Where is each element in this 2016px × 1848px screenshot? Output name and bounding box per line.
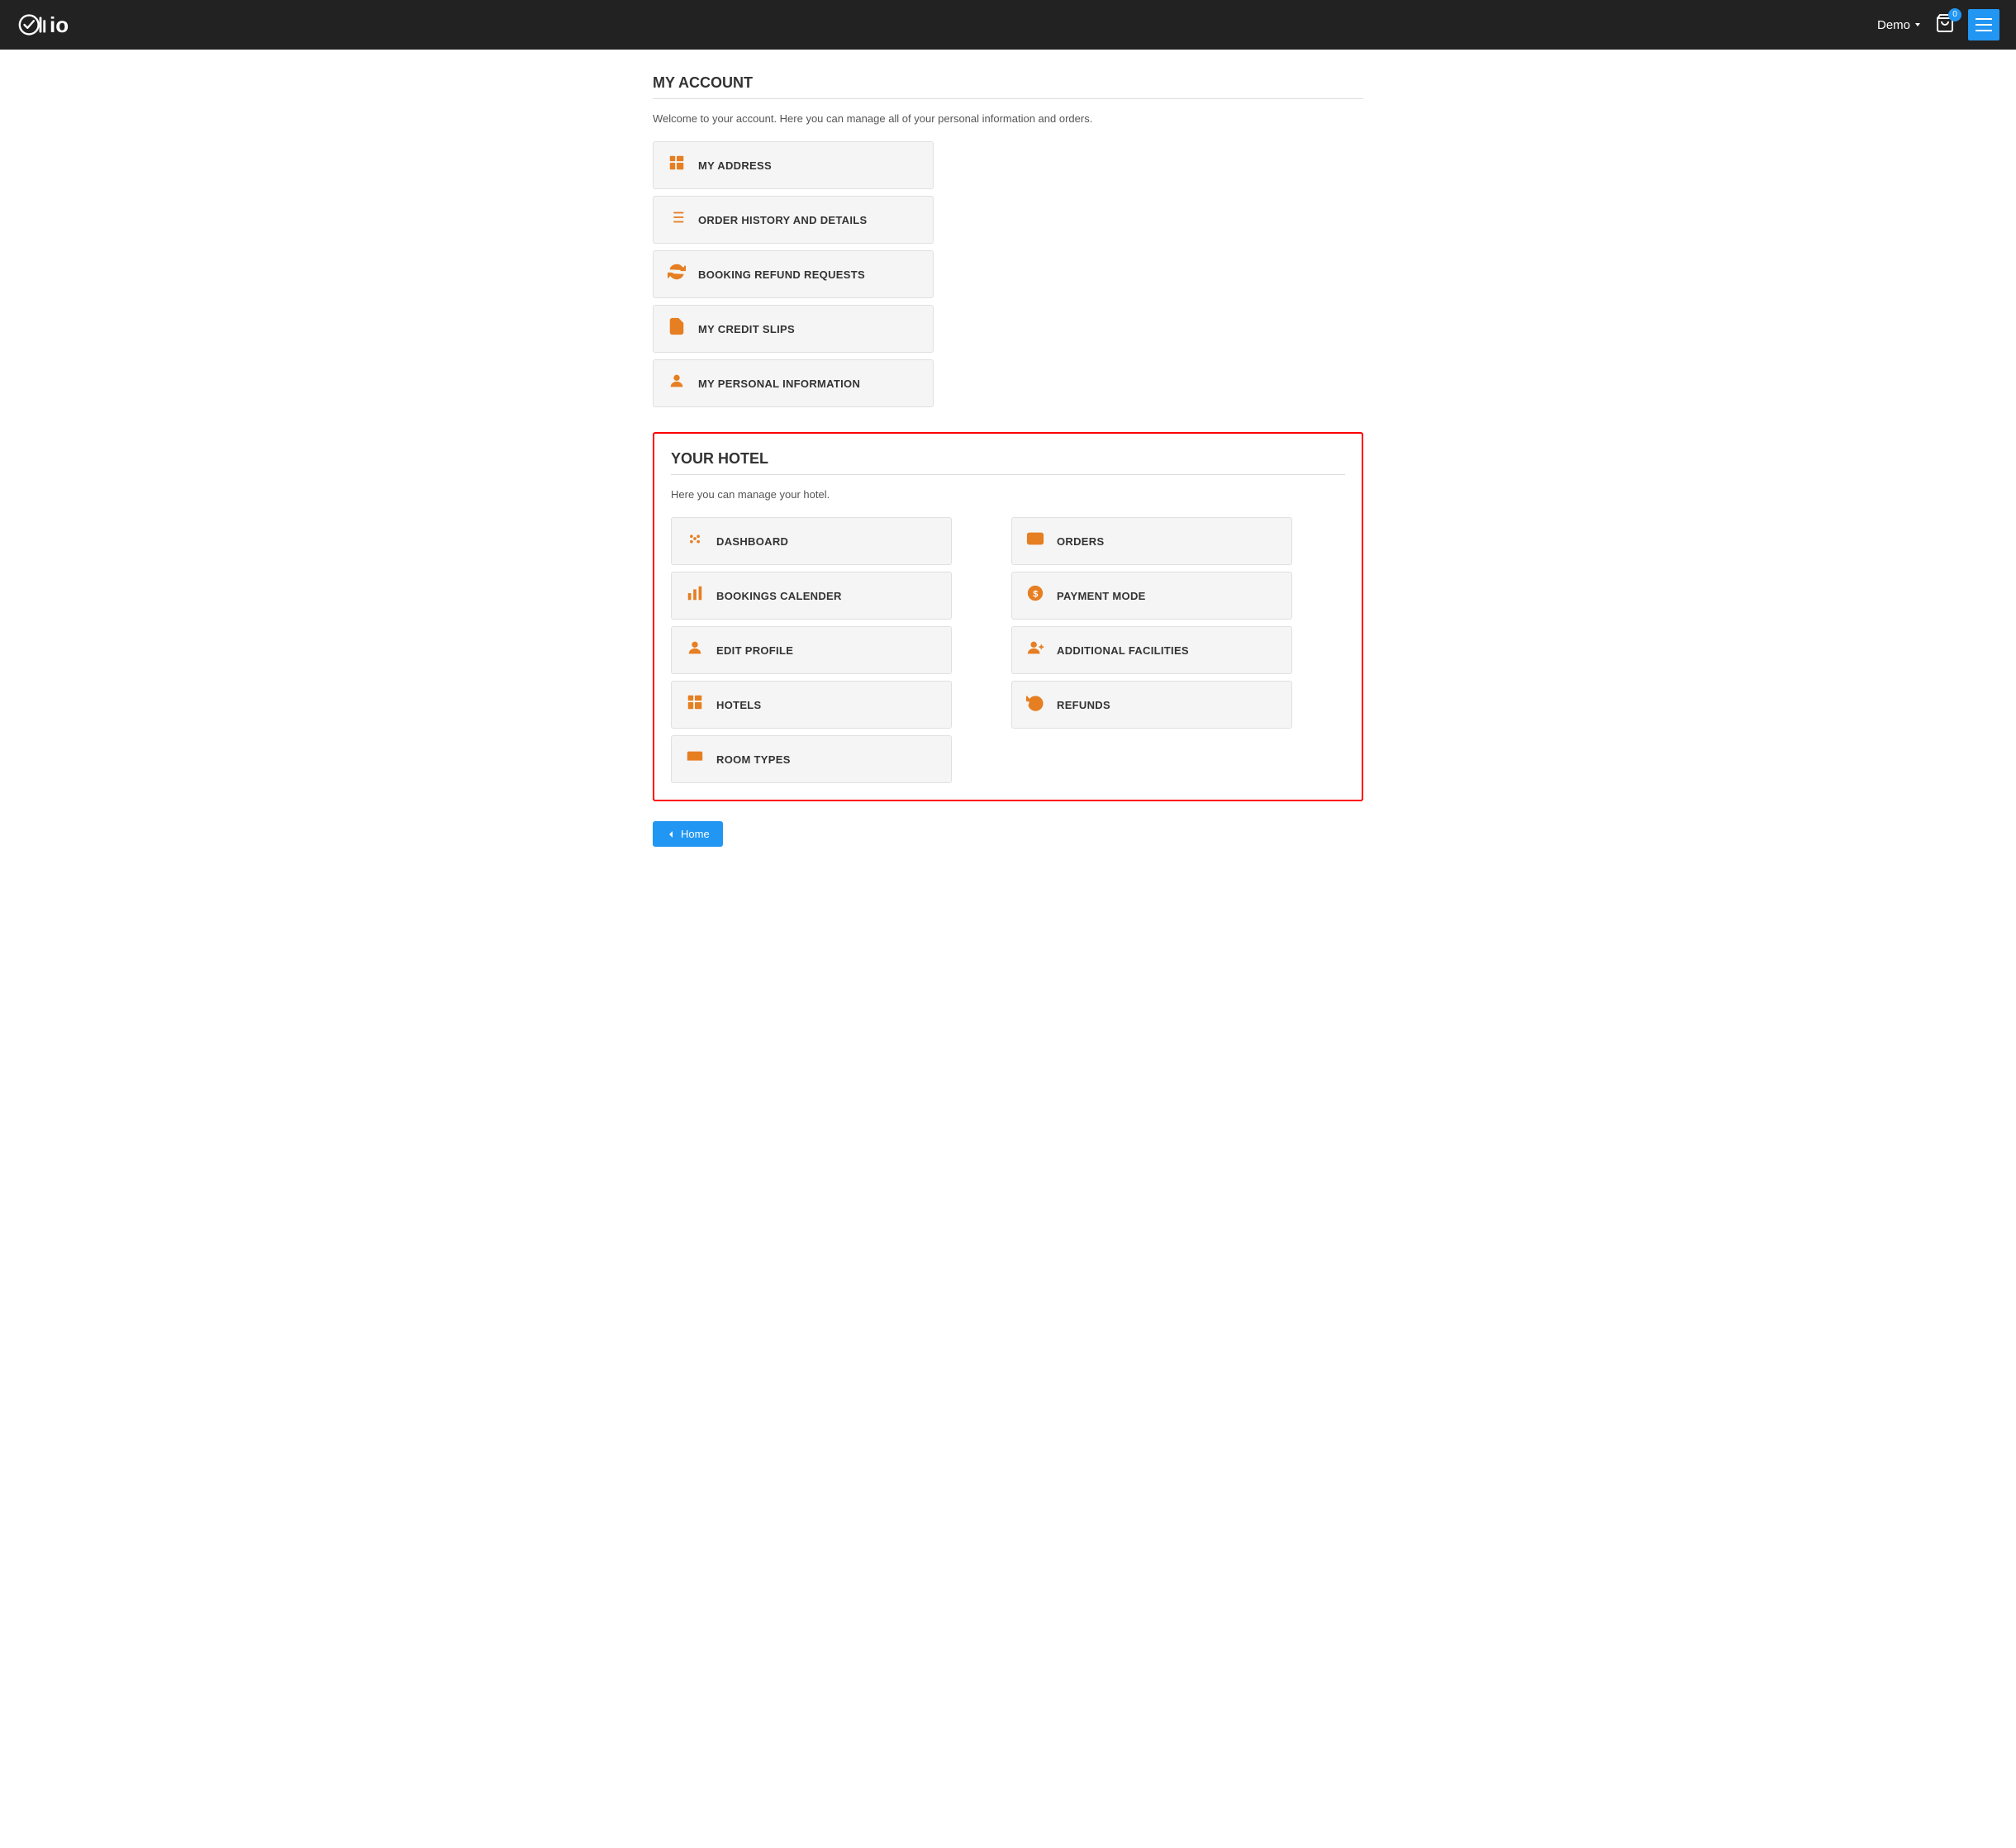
home-button[interactable]: Home [653, 821, 723, 847]
menu-item-order-history[interactable]: ORDER HISTORY AND DETAILS [653, 196, 934, 244]
menu-item-my-address-label: MY ADDRESS [698, 159, 772, 172]
my-account-section: MY ACCOUNT Welcome to your account. Here… [653, 74, 1363, 407]
undo-icon [1025, 693, 1045, 716]
cart-button[interactable]: 0 [1935, 13, 1955, 37]
menu-item-orders[interactable]: ORDERS [1011, 517, 1292, 565]
menu-item-payment-mode[interactable]: $ PAYMENT MODE [1011, 572, 1292, 620]
menu-item-credit-slips-label: MY CREDIT SLIPS [698, 323, 795, 335]
account-menu-list: MY ADDRESS ORDER HISTORY AND DETAILS BOO… [653, 141, 1363, 407]
menu-item-bookings-calender-label: BOOKINGS CALENDER [716, 590, 842, 602]
menu-item-room-types[interactable]: ROOM TYPES [671, 735, 952, 783]
hotel-right-col: ORDERS $ PAYMENT MODE ADDITIONAL FACILIT… [1011, 517, 1345, 783]
card-icon [1025, 530, 1045, 553]
my-account-title: MY ACCOUNT [653, 74, 1363, 92]
hamburger-menu-button[interactable] [1968, 9, 1999, 40]
menu-item-hotels[interactable]: HOTELS [671, 681, 952, 729]
header-right: Demo 0 [1877, 9, 1999, 40]
user-edit-icon [685, 639, 705, 662]
demo-menu[interactable]: Demo [1877, 18, 1922, 32]
menu-bar-3 [1976, 30, 1992, 31]
menu-item-order-history-label: ORDER HISTORY AND DETAILS [698, 214, 867, 226]
menu-item-additional-facilities[interactable]: ADDITIONAL FACILITIES [1011, 626, 1292, 674]
menu-bar-2 [1976, 24, 1992, 26]
dollar-icon: $ [1025, 584, 1045, 607]
chevron-left-icon [666, 829, 676, 839]
building-icon [667, 154, 687, 177]
svg-text:$: $ [1033, 590, 1038, 600]
file-icon [667, 317, 687, 340]
menu-bar-1 [1976, 18, 1992, 20]
logo-icon [17, 9, 48, 40]
account-subtitle: Welcome to your account. Here you can ma… [653, 112, 1363, 125]
menu-item-hotels-label: HOTELS [716, 699, 762, 711]
menu-item-edit-profile[interactable]: EDIT PROFILE [671, 626, 952, 674]
demo-label: Demo [1877, 18, 1910, 32]
logo[interactable]: io [17, 9, 69, 40]
menu-item-my-address[interactable]: MY ADDRESS [653, 141, 934, 189]
your-hotel-section: YOUR HOTEL Here you can manage your hote… [653, 432, 1363, 801]
cart-badge: 0 [1948, 8, 1961, 21]
menu-item-edit-profile-label: EDIT PROFILE [716, 644, 793, 657]
palette-icon [685, 530, 705, 553]
user-plus-icon [1025, 639, 1045, 662]
hotel-subtitle: Here you can manage your hotel. [671, 488, 1345, 501]
refresh-icon [667, 263, 687, 286]
hotel-grid: DASHBOARD BOOKINGS CALENDER EDIT PROFILE [671, 517, 1345, 783]
list-icon [667, 208, 687, 231]
menu-item-dashboard[interactable]: DASHBOARD [671, 517, 952, 565]
menu-item-dashboard-label: DASHBOARD [716, 535, 788, 548]
chevron-down-icon [1914, 21, 1922, 29]
menu-item-credit-slips[interactable]: MY CREDIT SLIPS [653, 305, 934, 353]
menu-item-booking-refund-label: BOOKING REFUND REQUESTS [698, 268, 865, 281]
menu-item-booking-refund[interactable]: BOOKING REFUND REQUESTS [653, 250, 934, 298]
menu-item-refunds-label: REFUNDS [1057, 699, 1110, 711]
home-label: Home [681, 828, 710, 840]
hotel-building-icon [685, 693, 705, 716]
hotel-left-col: DASHBOARD BOOKINGS CALENDER EDIT PROFILE [671, 517, 1005, 783]
menu-item-bookings-calender[interactable]: BOOKINGS CALENDER [671, 572, 952, 620]
hotel-divider [671, 474, 1345, 475]
menu-item-additional-facilities-label: ADDITIONAL FACILITIES [1057, 644, 1189, 657]
menu-item-room-types-label: ROOM TYPES [716, 753, 791, 766]
bed-icon [685, 748, 705, 771]
menu-item-payment-mode-label: PAYMENT MODE [1057, 590, 1146, 602]
main-content: MY ACCOUNT Welcome to your account. Here… [636, 50, 1380, 872]
chart-bar-icon [685, 584, 705, 607]
logo-text: io [50, 12, 69, 38]
menu-item-personal-info-label: MY PERSONAL INFORMATION [698, 378, 860, 390]
menu-item-personal-info[interactable]: MY PERSONAL INFORMATION [653, 359, 934, 407]
menu-item-refunds[interactable]: REFUNDS [1011, 681, 1292, 729]
menu-item-orders-label: ORDERS [1057, 535, 1104, 548]
your-hotel-title: YOUR HOTEL [671, 450, 1345, 468]
account-divider [653, 98, 1363, 99]
user-icon [667, 372, 687, 395]
header: io Demo 0 [0, 0, 2016, 50]
